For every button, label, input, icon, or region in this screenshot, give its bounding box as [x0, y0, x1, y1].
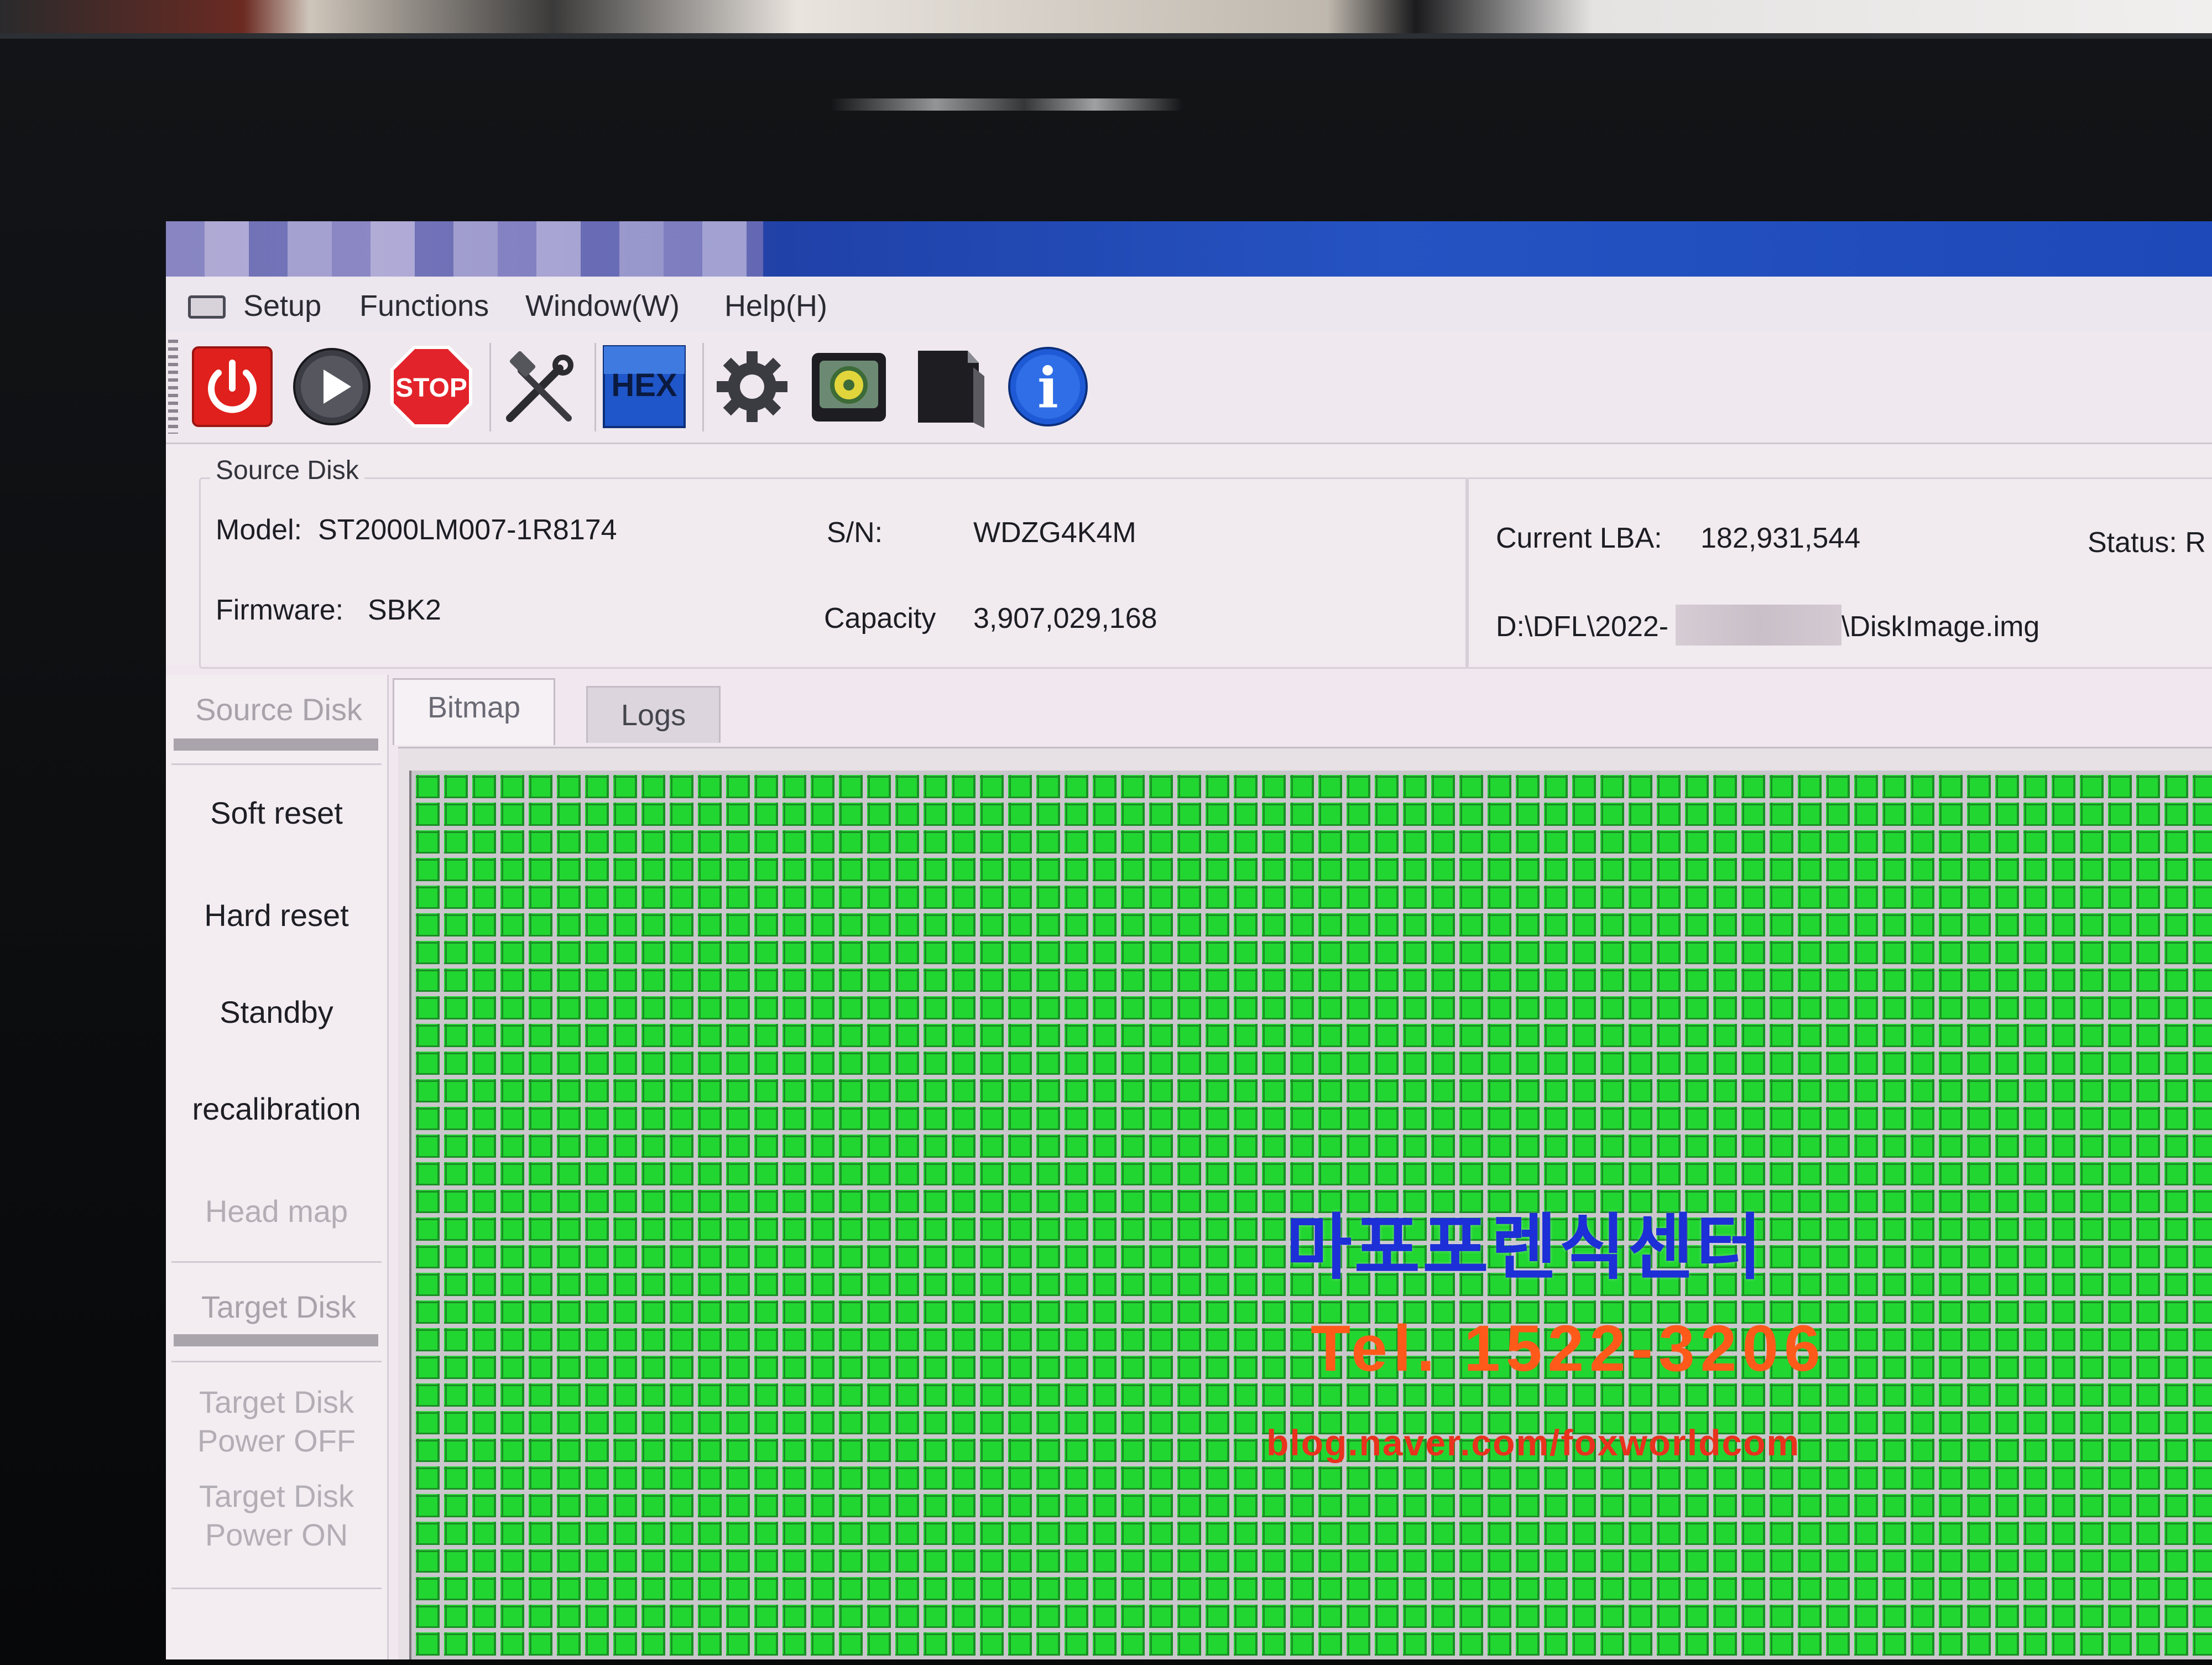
hex-icon: HEX [603, 345, 686, 428]
blurred-title-text [166, 221, 763, 277]
hex-button[interactable]: HEX [603, 345, 686, 428]
file-icon [918, 351, 984, 428]
current-lba-value: 182,931,544 [1700, 522, 1861, 554]
divider [171, 763, 382, 765]
source-disk-group [199, 477, 1469, 669]
side-panel: Source Disk Soft reset Hard reset Standb… [166, 675, 389, 1659]
play-icon [293, 348, 371, 425]
toolbar: STOP HEX i [166, 332, 2212, 444]
stop-icon: STOP [390, 346, 472, 428]
file-button[interactable] [907, 345, 990, 428]
divider [171, 1361, 382, 1362]
divider [171, 1588, 382, 1589]
menu-bar: Setup Functions Window(W) Help(H) [166, 277, 2212, 333]
tab-bitmap[interactable]: Bitmap [393, 678, 556, 745]
target-disk-section-header: Target Disk [201, 1289, 357, 1324]
target-disk-power-on-button[interactable]: Target Disk Power ON [171, 1477, 382, 1565]
menu-setup[interactable]: Setup [243, 289, 321, 323]
watermark-blog: blog.naver.com/foxworldcom [1266, 1422, 1801, 1463]
redacted-path-segment [1676, 605, 1841, 646]
toolbar-separator [594, 343, 596, 431]
stop-button[interactable]: STOP [390, 345, 473, 428]
menu-window[interactable]: Window(W) [525, 289, 680, 323]
screen-reflection [830, 98, 1183, 111]
disk-image-icon [812, 353, 886, 422]
target-power-off-line1: Target Disk [199, 1385, 354, 1419]
app-window: Setup Functions Window(W) Help(H) STOP H… [166, 221, 2212, 1659]
capacity-label: Capacity [824, 602, 936, 634]
tab-strip: Bitmap Logs [387, 675, 2212, 747]
watermark-tel: Tel. 1522-3206 [1311, 1312, 1826, 1385]
gear-icon [717, 351, 787, 422]
toolbar-grip[interactable] [168, 340, 178, 434]
image-path-prefix: D:\DFL\2022- [1496, 611, 1669, 643]
power-button[interactable] [191, 345, 274, 428]
capacity-value: 3,907,029,168 [973, 602, 1157, 634]
current-lba-label: Current LBA: [1496, 522, 1662, 554]
about-button[interactable]: i [1006, 345, 1089, 428]
settings-button[interactable] [711, 345, 794, 428]
target-power-on-line2: Power ON [205, 1517, 348, 1552]
toolbar-separator [702, 343, 704, 431]
source-disk-section-bar [174, 738, 378, 751]
watermark-name: 마포포렌식센터 [1286, 1205, 1765, 1289]
svg-text:HEX: HEX [611, 367, 677, 403]
firmware-label: Firmware: [216, 594, 344, 626]
model-value: ST2000LM007-1R8174 [318, 514, 617, 546]
toolbar-separator [489, 343, 491, 431]
image-path-suffix: \DiskImage.img [1841, 611, 2040, 643]
serial-value: WDZG4K4M [973, 517, 1136, 549]
app-menu-icon[interactable] [188, 295, 226, 319]
info-icon: i [1008, 347, 1088, 426]
soft-reset-button[interactable]: Soft reset [171, 777, 382, 849]
recalibration-button[interactable]: recalibration [171, 1073, 382, 1145]
tools-icon [506, 351, 573, 422]
menu-help[interactable]: Help(H) [724, 289, 827, 323]
target-power-on-line1: Target Disk [199, 1479, 354, 1513]
target-disk-power-off-button[interactable]: Target Disk Power OFF [171, 1383, 382, 1466]
disk-image-button[interactable] [807, 345, 890, 428]
head-map-button[interactable]: Head map [171, 1175, 382, 1247]
tab-logs[interactable]: Logs [586, 686, 721, 743]
source-disk-group-title: Source Disk [210, 455, 364, 486]
menu-functions[interactable]: Functions [359, 289, 489, 323]
hard-reset-button[interactable]: Hard reset [171, 880, 382, 951]
target-disk-section-bar [174, 1334, 378, 1346]
svg-text:STOP: STOP [395, 373, 467, 403]
svg-text:i: i [1037, 355, 1058, 420]
model-label: Model: [216, 514, 302, 546]
power-icon [192, 346, 273, 427]
standby-button[interactable]: Standby [171, 976, 382, 1048]
source-disk-section-header: Source Disk [195, 692, 362, 727]
target-power-off-line2: Power OFF [197, 1423, 356, 1458]
serial-label: S/N: [827, 517, 883, 549]
firmware-value: SBK2 [368, 594, 441, 626]
source-disk-info-panel: Source Disk Model: ST2000LM007-1R8174 S/… [166, 444, 2212, 669]
window-titlebar[interactable] [166, 221, 2212, 277]
status-label: Status: R [2088, 527, 2206, 559]
play-button[interactable] [290, 345, 373, 428]
divider [171, 1261, 382, 1263]
tools-button[interactable] [498, 345, 581, 428]
